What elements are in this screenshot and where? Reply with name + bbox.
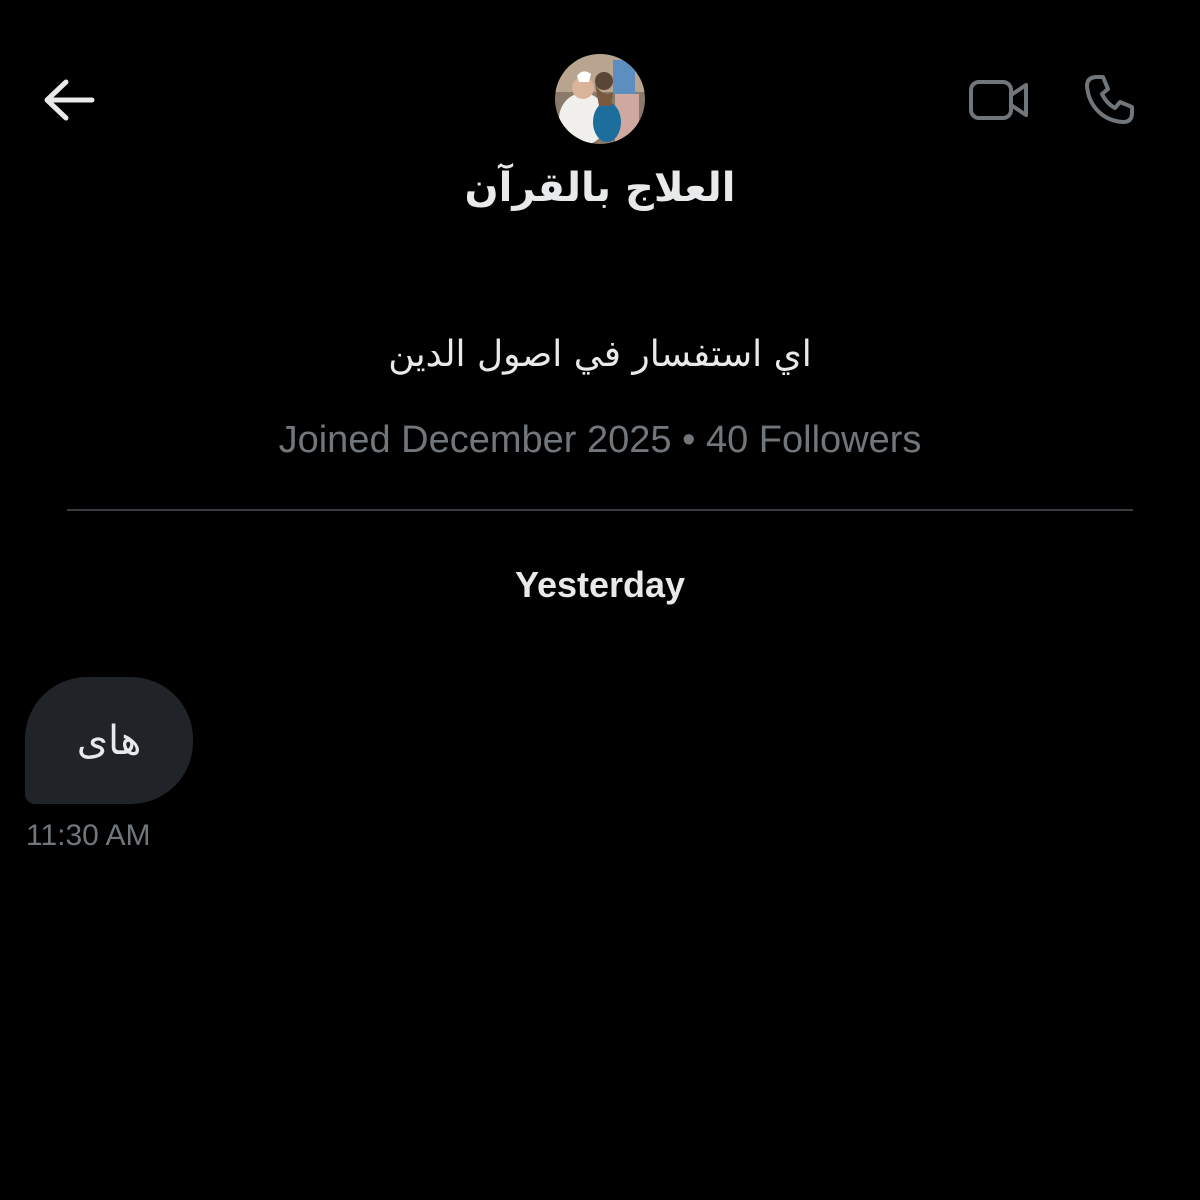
- joined-date: Joined December 2025: [278, 419, 672, 461]
- meta-separator: •: [682, 419, 696, 461]
- phone-icon: [1085, 75, 1134, 124]
- voice-call-button[interactable]: [1076, 66, 1144, 132]
- video-camera-icon: [969, 80, 1028, 120]
- video-call-button[interactable]: [962, 70, 1036, 130]
- profile-bio: اي استفسار في اصول الدين: [388, 334, 812, 375]
- followers-count[interactable]: 40 Followers: [706, 419, 921, 461]
- message-text: هاى: [76, 717, 142, 764]
- profile-name[interactable]: العلاج بالقرآن: [300, 160, 900, 216]
- back-button[interactable]: [36, 70, 100, 130]
- message-bubble[interactable]: هاى: [25, 677, 193, 804]
- divider: [67, 509, 1133, 511]
- date-separator: Yesterday: [514, 564, 686, 605]
- conversation-header: [0, 0, 1200, 160]
- profile-meta: Joined December 2025 • 40 Followers: [100, 414, 1100, 466]
- avatar[interactable]: [555, 54, 645, 144]
- avatar-photo: [555, 54, 645, 144]
- message-timestamp: 11:30 AM: [26, 819, 151, 852]
- arrow-left-icon: [44, 79, 95, 121]
